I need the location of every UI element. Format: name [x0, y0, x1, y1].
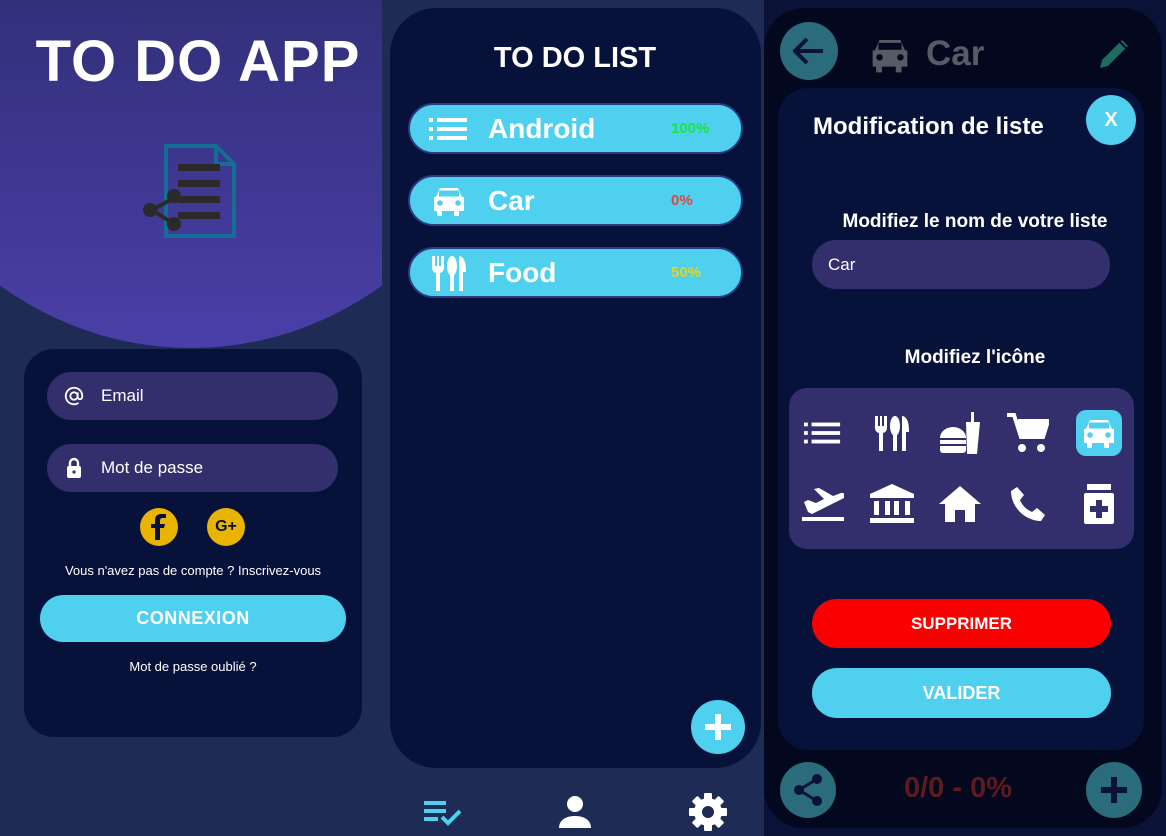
share-icon [794, 774, 822, 806]
share-button[interactable] [780, 762, 836, 818]
icon-picker [789, 388, 1134, 549]
list-title: TO DO LIST [493, 42, 657, 74]
password-field[interactable]: Mot de passe [47, 444, 338, 492]
forgot-password-link[interactable]: Mot de passe oublié ? [24, 659, 362, 674]
list-item-name: Android [488, 112, 596, 144]
arrow-back-icon [793, 37, 823, 65]
nav-lists[interactable] [418, 790, 468, 834]
back-button[interactable] [780, 22, 838, 80]
person-icon [559, 796, 591, 828]
bank-icon[interactable] [869, 481, 915, 527]
restaurant-icon[interactable] [869, 410, 915, 456]
add-list-button[interactable] [691, 700, 745, 754]
edit-list-screen: Car X Modification de liste Modifiez le … [764, 0, 1166, 836]
list-item-food[interactable]: Food 50% [408, 247, 743, 298]
settings-icon [689, 793, 727, 831]
car-icon [410, 185, 488, 217]
validate-button[interactable]: VALIDER [812, 668, 1111, 718]
login-screen: TO DO APP Email Mot de passe G+ Vous n'a… [0, 0, 382, 836]
lock-icon [47, 457, 101, 479]
header-title: Car [926, 34, 985, 73]
email-field[interactable]: Email [47, 372, 338, 420]
google-plus-icon[interactable]: G+ [207, 508, 245, 546]
dialog-title: Modification de liste [813, 113, 1044, 140]
password-placeholder: Mot de passe [101, 458, 204, 477]
email-placeholder: Email [101, 386, 144, 405]
at-icon [47, 385, 101, 407]
restaurant-icon [410, 254, 488, 292]
app-title: TO DO APP [35, 29, 361, 94]
list-item-percent: 50% [671, 264, 702, 281]
list-item-name: Food [488, 256, 557, 288]
car-icon[interactable] [1076, 410, 1122, 456]
checklist-icon [424, 801, 462, 826]
list-item-percent: 0% [671, 192, 693, 209]
delete-button[interactable]: SUPPRIMER [812, 599, 1111, 648]
pencil-icon[interactable] [1096, 36, 1132, 77]
flight-icon[interactable] [800, 481, 846, 527]
car-icon [868, 36, 912, 79]
home-icon[interactable] [937, 481, 983, 527]
phone-icon[interactable] [1005, 481, 1051, 527]
connexion-button[interactable]: CONNEXION [40, 595, 346, 642]
facebook-icon[interactable] [140, 508, 178, 546]
list-item-percent: 100% [671, 120, 710, 137]
document-share-logo-icon [143, 144, 236, 238]
plus-icon [705, 714, 731, 740]
list-item-car[interactable]: Car 0% [408, 175, 743, 226]
add-task-button[interactable] [1086, 762, 1142, 818]
plus-icon [1101, 777, 1127, 803]
list-icon [410, 117, 488, 141]
fastfood-icon[interactable] [937, 410, 983, 456]
pharmacy-icon[interactable] [1076, 481, 1122, 527]
name-label: Modifiez le nom de votre liste [842, 211, 1108, 232]
icon-label: Modifiez l'icône [904, 347, 1046, 368]
todo-list-screen: TO DO LIST Android 100% Car 0% Food 50% [382, 0, 764, 836]
list-item-android[interactable]: Android 100% [408, 103, 743, 154]
close-dialog-button[interactable]: X [1086, 95, 1136, 145]
login-card: Email Mot de passe [24, 349, 362, 737]
progress-text: 0/0 - 0% [904, 772, 1012, 804]
cart-icon[interactable] [1005, 410, 1051, 456]
list-icon[interactable] [800, 410, 846, 456]
list-name-input[interactable]: Car [812, 240, 1110, 289]
signup-link[interactable]: Vous n'avez pas de compte ? Inscrivez-vo… [24, 563, 362, 578]
list-item-name: Car [488, 184, 535, 216]
nav-settings[interactable] [683, 790, 733, 834]
nav-profile[interactable] [550, 790, 600, 834]
